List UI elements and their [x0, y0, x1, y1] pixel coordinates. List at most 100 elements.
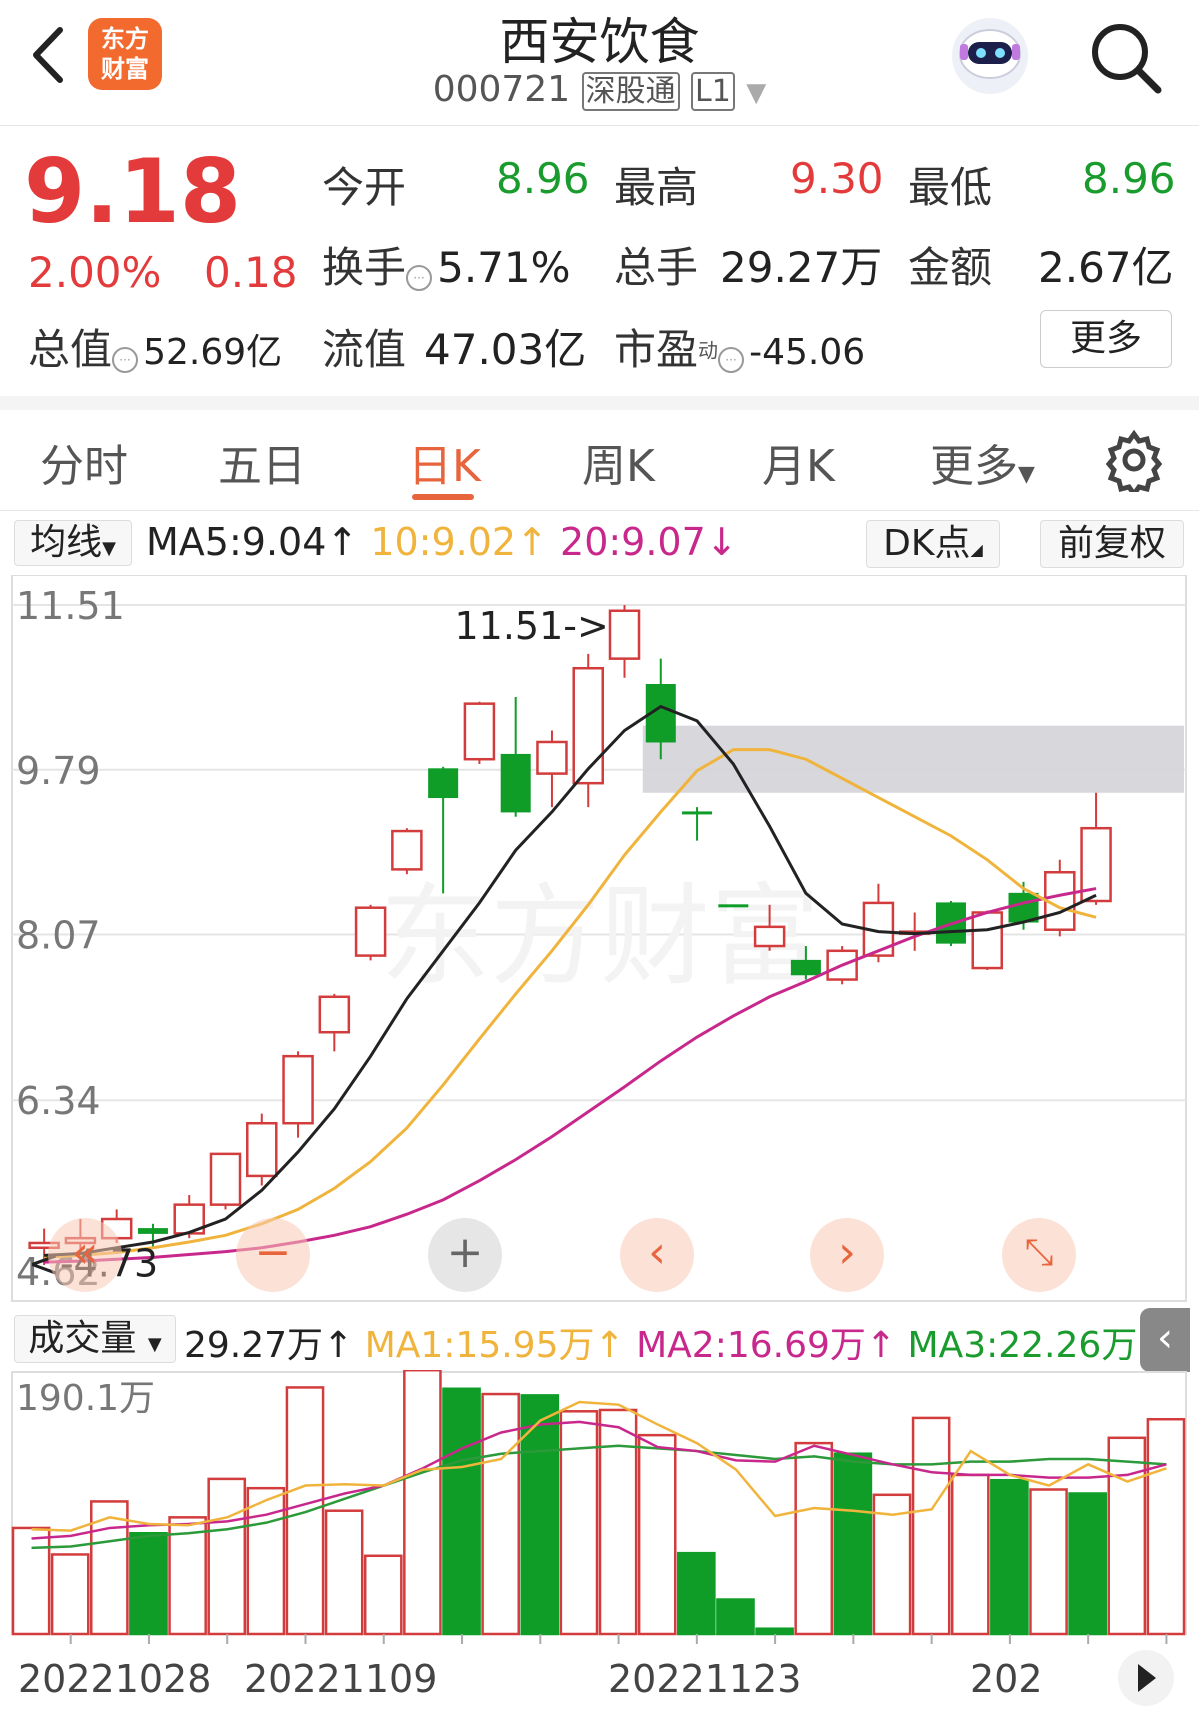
ma10-value: 10:9.02: [370, 520, 517, 564]
volume-bar: [207, 1477, 247, 1636]
candle-body: [608, 609, 641, 660]
scroll-right-button[interactable]: ›: [810, 1218, 884, 1292]
change-value: 0.18: [204, 248, 298, 297]
tab-more-label: 更多: [930, 441, 1018, 492]
dropdown-arrow-icon: ▼: [746, 78, 767, 108]
low-label: 最低: [908, 163, 993, 212]
volume-bar: [50, 1553, 90, 1636]
tab-monthly-k[interactable]: 月K: [762, 430, 835, 494]
volume-bar: [363, 1554, 403, 1636]
volume-bar: [129, 1532, 168, 1636]
candle-body: [536, 740, 568, 775]
ma5-value: MA5:9.04: [146, 520, 327, 564]
up-arrow-icon: ↑: [865, 1325, 897, 1366]
search-icon[interactable]: [1086, 18, 1166, 98]
dk-point-button[interactable]: DK点◢: [866, 520, 1000, 568]
volume-bar: [1146, 1417, 1186, 1636]
down-arrow-icon: ↓: [705, 520, 738, 564]
amount-label: 金额: [908, 243, 993, 292]
candle-body: [463, 702, 496, 761]
volume-bar: [324, 1509, 364, 1636]
y-tick-label: 6.34: [16, 1079, 101, 1123]
x-tick-label: 20221123: [608, 1657, 801, 1701]
volume-value: 29.27万: [720, 243, 883, 292]
high-label: 最高: [614, 163, 699, 212]
more-button[interactable]: 更多: [1040, 310, 1172, 368]
indicator-selector-label: 均线: [30, 522, 103, 563]
corner-triangle-icon: ◢: [970, 540, 983, 559]
tab-more[interactable]: 更多▼: [930, 430, 1035, 494]
price-adjust-button[interactable]: 前复权: [1040, 520, 1184, 568]
volume-label: 总手: [614, 243, 699, 292]
tab-five-day[interactable]: 五日: [218, 430, 306, 494]
volume-bar: [677, 1551, 716, 1636]
candle-body: [790, 959, 821, 976]
zoom-out-button[interactable]: −: [236, 1218, 310, 1292]
high-value: 9.30: [790, 154, 884, 203]
volume-bar: [794, 1441, 834, 1636]
sgt-badge: 深股通: [581, 72, 680, 111]
candle-body: [391, 829, 423, 871]
pe-label: 市盈: [614, 325, 699, 374]
candle-body: [282, 1054, 314, 1125]
vol-ma1-value: MA1:15.95万: [364, 1325, 595, 1366]
pe-value: -45.06: [749, 332, 866, 373]
x-tick-label: 20221109: [244, 1657, 437, 1701]
float-cap-value: 47.03亿: [424, 325, 587, 374]
candle-body: [246, 1121, 278, 1178]
volume-bar: [520, 1394, 560, 1636]
collapse-panel-button[interactable]: ‹: [1140, 1308, 1190, 1372]
candle-body: [971, 911, 1004, 970]
turnover-label: 换手: [322, 243, 407, 292]
up-arrow-icon: ↑: [594, 1325, 625, 1366]
ma10-line: [44, 748, 1097, 1259]
dropdown-arrow-icon: ▼: [147, 1334, 162, 1355]
volume-y-label: 190.1万: [16, 1378, 155, 1419]
candle-body: [1008, 892, 1039, 923]
candle-body: [572, 666, 604, 785]
volume-bar: [950, 1473, 990, 1636]
tab-daily-k[interactable]: 日K: [408, 430, 481, 494]
market-cap-row: 总值 ··· 52.69亿: [28, 316, 282, 377]
volume-bar: [403, 1370, 442, 1636]
candle-body: [354, 906, 387, 957]
settings-gear-icon[interactable]: [1102, 428, 1166, 499]
indicator-selector[interactable]: 均线▼: [14, 520, 132, 566]
up-arrow-icon: ↑: [323, 1325, 354, 1366]
candle-body: [682, 811, 713, 815]
turnover-value: 5.71%: [437, 243, 571, 292]
candle-body: [137, 1228, 168, 1234]
zoom-in-button[interactable]: +: [428, 1218, 502, 1292]
up-arrow-icon: ↑: [516, 520, 548, 564]
y-tick-label: 8.07: [16, 914, 101, 958]
max-price-label: 11.51->: [455, 604, 609, 648]
candle-body: [718, 904, 749, 908]
ma20-value: 20:9.07: [560, 520, 706, 564]
candle-body: [753, 925, 786, 948]
volume-bar: [1068, 1492, 1107, 1636]
volume-selector-label: 成交量: [28, 1318, 137, 1359]
candle-body: [209, 1152, 242, 1206]
open-label: 今开: [322, 163, 407, 212]
candle-body: [500, 753, 531, 813]
tab-intraday[interactable]: 分时: [40, 430, 128, 494]
info-icon[interactable]: ···: [112, 346, 139, 373]
volume-selector[interactable]: 成交量 ▼: [14, 1315, 176, 1363]
open-value: 8.96: [496, 154, 590, 203]
volume-bar: [1107, 1436, 1147, 1636]
tab-weekly-k[interactable]: 周K: [582, 430, 655, 494]
kline-chart[interactable]: 东方财富11.519.798.076.344.6211.51-><-4.73: [0, 575, 1199, 1305]
scroll-left-button[interactable]: ‹: [620, 1218, 694, 1292]
fullscreen-expand-icon[interactable]: ⤡: [1002, 1218, 1076, 1292]
candle-body: [318, 995, 351, 1034]
info-icon[interactable]: ···: [718, 346, 745, 373]
pe-dynamic-mark: 动: [698, 338, 719, 363]
volume-bar: [559, 1410, 599, 1636]
amount-value: 2.67亿: [1038, 243, 1174, 292]
volume-chart[interactable]: 190.1万 20221028 20221109 20221123 202: [0, 1370, 1199, 1720]
rewind-button[interactable]: «: [48, 1218, 122, 1292]
last-price: 9.18: [24, 140, 242, 243]
robot-assistant-icon[interactable]: [948, 14, 1032, 98]
up-arrow-icon: ↑: [326, 520, 359, 564]
info-icon[interactable]: ···: [406, 264, 433, 291]
